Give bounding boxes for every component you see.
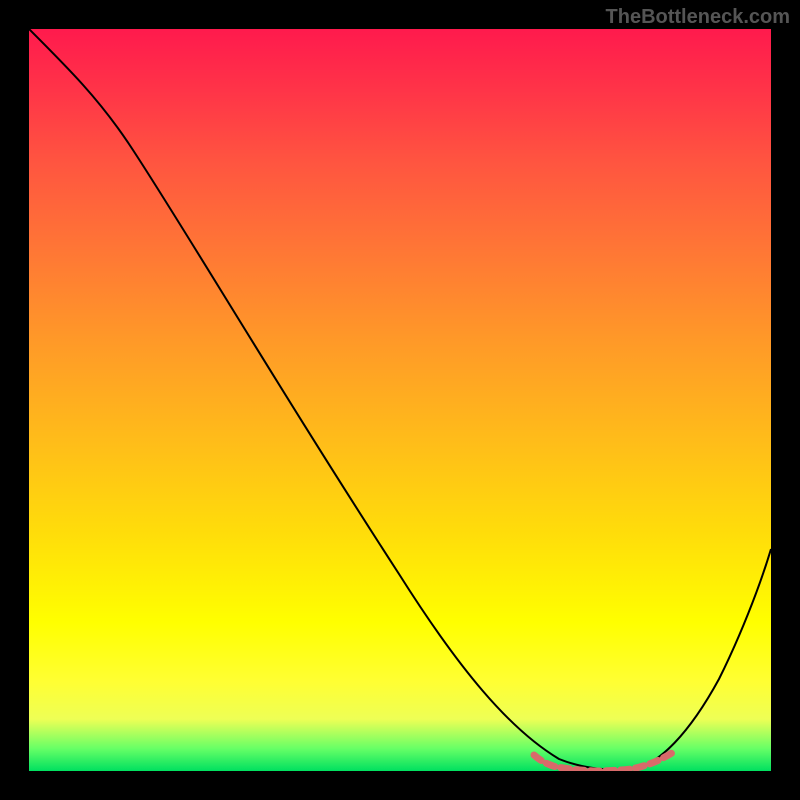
- plot-area: [29, 29, 771, 771]
- bottleneck-curve-line: [29, 29, 771, 770]
- watermark-text: TheBottleneck.com: [606, 6, 790, 29]
- optimal-range-marker: [534, 751, 675, 771]
- chart-svg: [29, 29, 771, 771]
